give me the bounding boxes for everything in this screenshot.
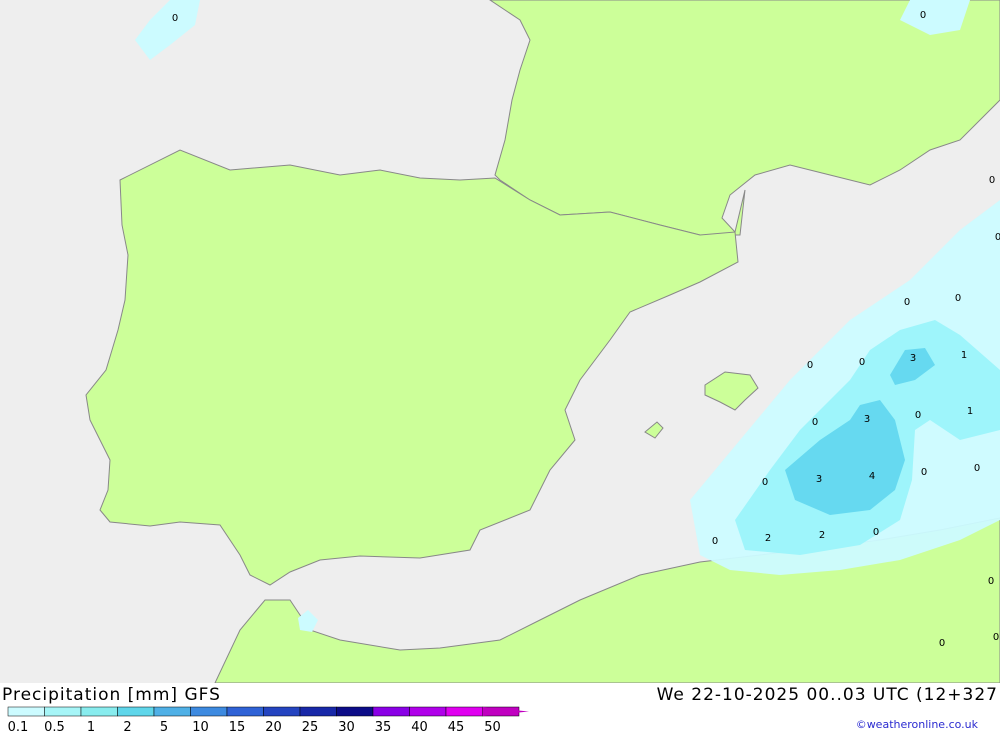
label-0-f: 0 [955,293,961,304]
label-0-b: 0 [920,10,926,21]
label-3-c: 3 [816,474,822,485]
label-0-c: 0 [989,175,995,186]
label-2-a: 2 [765,533,771,544]
legend-tick-7: 20 [265,720,282,733]
legend-swatch-9 [336,706,374,717]
legend-swatch-11 [409,706,447,717]
map-title: Precipitation [mm] GFS [2,685,221,705]
label-0-h: 0 [859,357,865,368]
legend-tick-10: 35 [375,720,392,733]
label-0-i: 0 [812,417,818,428]
label-0-k: 0 [762,477,768,488]
label-0-o: 0 [873,527,879,538]
legend-swatch-8 [299,706,337,717]
legend-swatch-1 [44,706,82,717]
label-0-n: 0 [712,536,718,547]
precipitation-legend: 0.1 0.5 1 2 5 10 15 20 25 30 35 40 45 50 [7,706,529,733]
legend-swatch-5 [190,706,228,717]
legend-tick-6: 15 [229,720,246,733]
legend-swatch-7 [263,706,301,717]
precipitation-map: 0 0 0 0 0 0 0 3 1 0 0 3 0 1 0 3 4 0 0 0 2 2 0 0 0 0 [0,0,1000,683]
label-0-d: 0 [995,232,1000,243]
label-0-a: 0 [172,13,178,24]
legend-tick-8: 25 [302,720,319,733]
label-1-a: 1 [961,350,967,361]
legend-tick-5: 10 [192,720,209,733]
map-footer: Precipitation [mm] GFS We 22-10-2025 00.… [0,683,1000,733]
legend-tick-12: 45 [448,720,465,733]
legend-tick-9: 30 [338,720,355,733]
credit-link[interactable]: ©weatheronline.co.uk [856,718,978,731]
label-0-p: 0 [988,576,994,587]
label-0-l: 0 [921,467,927,478]
label-0-e: 0 [904,297,910,308]
label-0-q: 0 [939,638,945,649]
legend-swatch-4 [153,706,191,717]
label-0-r: 0 [993,632,999,643]
legend-tick-3: 2 [123,720,131,733]
label-3-a: 3 [910,353,916,364]
label-0-m: 0 [974,463,980,474]
map-datetime: We 22-10-2025 00..03 UTC (12+327 [656,685,998,705]
legend-tick-4: 5 [160,720,168,733]
legend-tick-13: 50 [484,720,501,733]
legend-tick-1: 0.5 [44,720,65,733]
label-2-b: 2 [819,530,825,541]
label-0-g: 0 [807,360,813,371]
label-0-j: 0 [915,410,921,421]
legend-tick-11: 40 [411,720,428,733]
legend-swatch-2 [80,706,118,717]
legend-swatch-10 [372,706,410,717]
label-4-a: 4 [869,471,875,482]
legend-swatch-12 [445,706,483,717]
legend-swatch-3 [117,706,155,717]
legend-swatch-6 [226,706,264,717]
label-1-b: 1 [967,406,973,417]
legend-swatch-0 [7,706,45,717]
legend-tick-0: 0.1 [8,720,29,733]
legend-tick-2: 1 [87,720,95,733]
label-3-b: 3 [864,414,870,425]
